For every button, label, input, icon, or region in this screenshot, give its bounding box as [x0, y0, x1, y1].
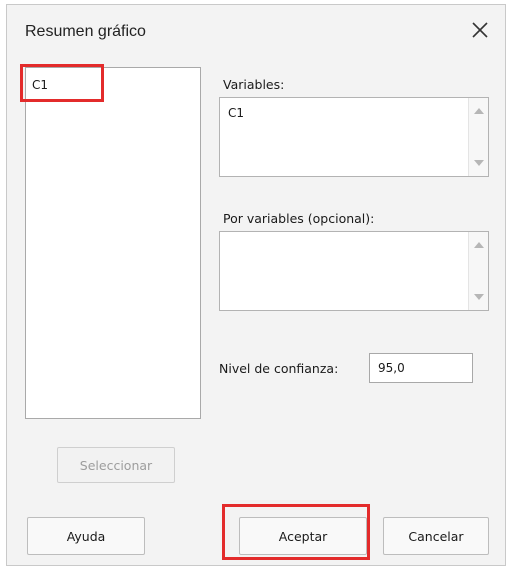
variables-value: C1 — [228, 106, 245, 120]
dialog-title: Resumen gráfico — [25, 23, 146, 40]
highlight-accept-annotation — [222, 504, 370, 560]
help-button[interactable]: Ayuda — [27, 517, 145, 555]
scroll-up-icon[interactable] — [474, 242, 484, 248]
confidence-input[interactable]: 95,0 — [369, 353, 473, 383]
variables-scrollbar[interactable] — [468, 98, 488, 176]
by-variables-label: Por variables (opcional): — [223, 211, 375, 226]
confidence-label: Nivel de confianza: — [219, 361, 339, 376]
close-icon[interactable] — [467, 17, 493, 43]
by-variables-scrollbar[interactable] — [468, 232, 488, 310]
highlight-c1-annotation — [20, 64, 104, 102]
cancel-button[interactable]: Cancelar — [383, 517, 489, 555]
scroll-down-icon[interactable] — [474, 160, 484, 166]
by-variables-field[interactable] — [219, 231, 489, 311]
title-bar: Resumen gráfico — [7, 5, 505, 59]
column-listbox[interactable]: C1 — [25, 67, 201, 419]
scroll-down-icon[interactable] — [474, 294, 484, 300]
select-button[interactable]: Seleccionar — [57, 447, 175, 483]
scroll-up-icon[interactable] — [474, 108, 484, 114]
variables-field[interactable]: C1 — [219, 97, 489, 177]
variables-label: Variables: — [223, 77, 285, 92]
confidence-value: 95,0 — [378, 361, 405, 375]
